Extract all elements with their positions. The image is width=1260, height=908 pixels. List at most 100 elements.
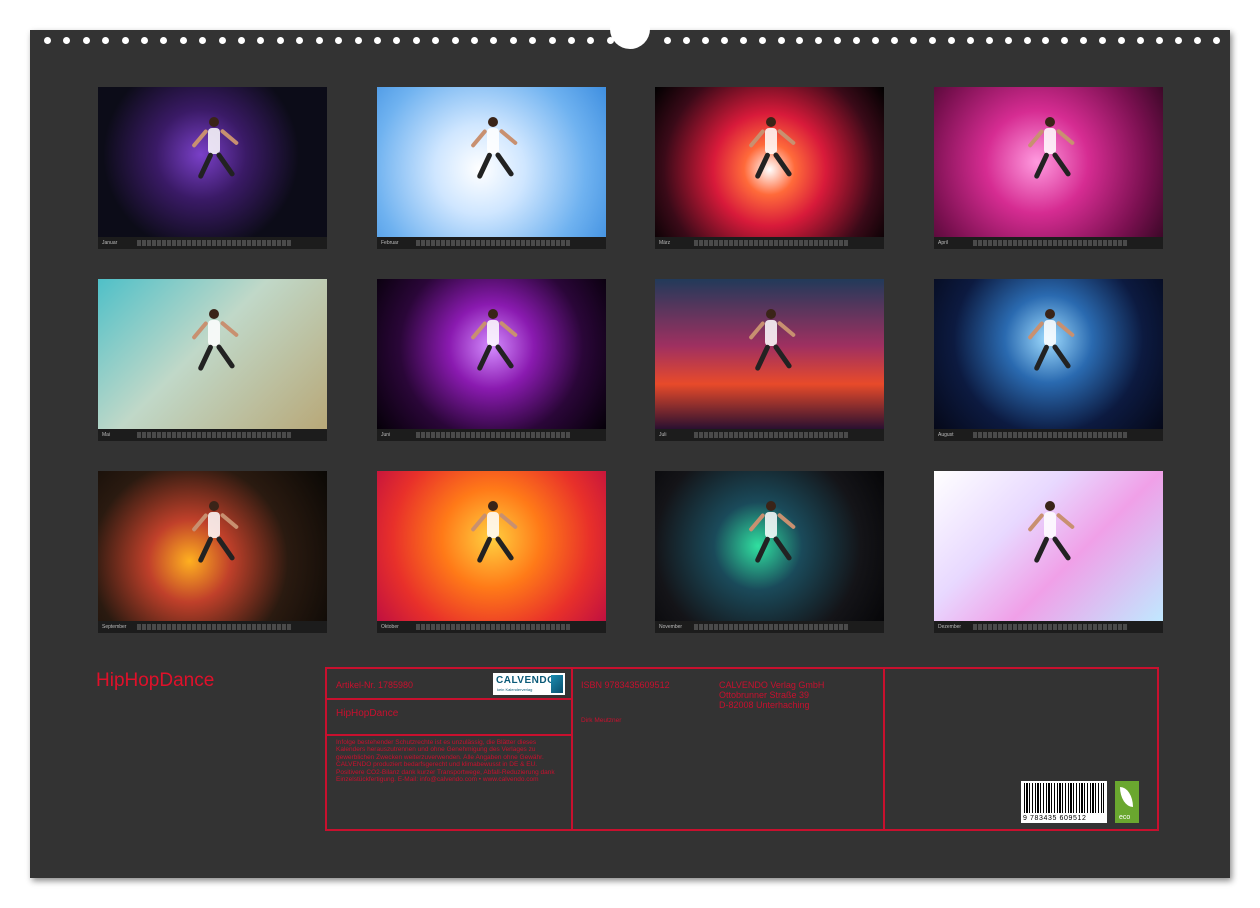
day-cell <box>421 624 425 630</box>
day-cell <box>799 624 803 630</box>
day-cell <box>426 624 430 630</box>
day-cell <box>436 624 440 630</box>
binding-hole <box>548 37 556 44</box>
binding-holes-right <box>664 37 1220 45</box>
day-cell <box>779 432 783 438</box>
day-cell <box>998 240 1002 246</box>
day-cell <box>242 432 246 438</box>
binding-hole <box>82 37 90 44</box>
day-cell <box>157 240 161 246</box>
binding-hole <box>102 37 110 44</box>
day-cell <box>162 624 166 630</box>
day-cell <box>724 432 728 438</box>
dancer-photo <box>655 279 884 429</box>
day-cell <box>252 432 256 438</box>
day-cell <box>172 240 176 246</box>
logo-subtext: kein Kalenderverlag <box>497 687 533 692</box>
day-cell <box>456 432 460 438</box>
day-cell <box>237 624 241 630</box>
day-cell <box>157 432 161 438</box>
day-cell <box>192 240 196 246</box>
day-cell <box>461 432 465 438</box>
info-divider <box>571 669 573 829</box>
day-cell <box>222 432 226 438</box>
day-cell <box>267 240 271 246</box>
day-cell <box>759 432 763 438</box>
barcode-bars <box>1024 783 1104 813</box>
binding-hole <box>393 37 401 44</box>
day-cell <box>551 240 555 246</box>
day-cell <box>759 624 763 630</box>
day-cell <box>764 240 768 246</box>
day-cell <box>1043 624 1047 630</box>
day-cell <box>764 624 768 630</box>
calvendo-logo: CALVENDO kein Kalenderverlag <box>493 673 565 695</box>
binding-hole <box>567 37 575 44</box>
day-cell <box>709 240 713 246</box>
day-cell <box>794 432 798 438</box>
date-strip: Januar <box>98 237 327 249</box>
day-cell <box>739 432 743 438</box>
day-cell <box>834 432 838 438</box>
day-cell <box>172 432 176 438</box>
publisher-line: CALVENDO Verlag GmbH <box>719 680 825 690</box>
binding-hole <box>872 37 880 44</box>
binding-hole <box>587 37 595 44</box>
binding-hole <box>315 37 323 44</box>
date-strip: April <box>934 237 1163 249</box>
date-strip: Oktober <box>377 621 606 633</box>
day-cell <box>466 432 470 438</box>
day-cell <box>794 624 798 630</box>
day-cell <box>556 624 560 630</box>
day-cell <box>794 240 798 246</box>
day-cell <box>749 240 753 246</box>
day-cell <box>839 240 843 246</box>
day-cell <box>526 432 530 438</box>
isbn: ISBN 9783435609512 <box>581 680 670 690</box>
day-cell <box>1073 432 1077 438</box>
day-cell <box>461 240 465 246</box>
day-cell <box>749 432 753 438</box>
month-label: Oktober <box>381 624 399 630</box>
binding-hole <box>1174 37 1182 44</box>
dancer-photo <box>934 279 1163 429</box>
day-cell <box>834 624 838 630</box>
day-cell <box>829 624 833 630</box>
binding-hole <box>529 37 537 44</box>
day-cell <box>142 240 146 246</box>
day-cell <box>501 432 505 438</box>
info-box: Artikel-Nr. 1785980 CALVENDO kein Kalend… <box>325 667 1159 831</box>
day-cell <box>242 240 246 246</box>
day-cell <box>456 624 460 630</box>
day-cell <box>491 432 495 438</box>
binding-hole <box>412 37 420 44</box>
day-cell <box>232 624 236 630</box>
day-cell <box>416 432 420 438</box>
binding-hole <box>141 37 149 44</box>
day-cell <box>461 624 465 630</box>
day-cell <box>704 240 708 246</box>
day-cell <box>1053 624 1057 630</box>
day-cell <box>729 624 733 630</box>
day-cell <box>983 624 987 630</box>
binding-hole <box>664 37 671 44</box>
day-cell <box>1008 624 1012 630</box>
day-cell <box>719 624 723 630</box>
day-cell <box>416 240 420 246</box>
day-cell <box>839 624 843 630</box>
day-cell <box>202 240 206 246</box>
day-cell <box>202 624 206 630</box>
day-cell <box>973 624 977 630</box>
day-cell <box>714 432 718 438</box>
day-cell <box>536 240 540 246</box>
product-title: HipHopDance <box>336 708 399 719</box>
info-divider <box>883 669 885 829</box>
month-thumbnail: März <box>655 87 884 249</box>
day-cell <box>1023 432 1027 438</box>
day-cell <box>217 624 221 630</box>
day-cell <box>729 240 733 246</box>
day-cell <box>754 432 758 438</box>
info-divider <box>327 698 571 700</box>
day-cell <box>481 624 485 630</box>
binding-hole <box>354 37 362 44</box>
